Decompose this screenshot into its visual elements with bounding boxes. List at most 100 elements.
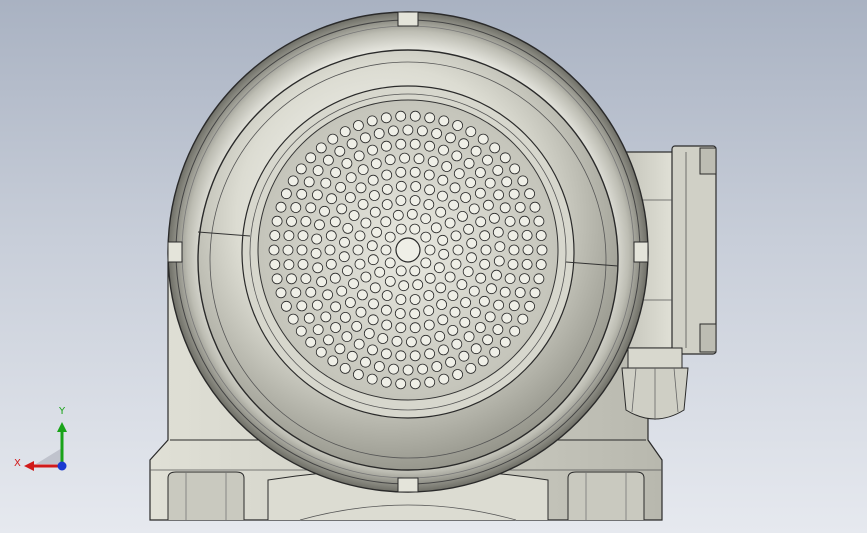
grill-hole: [322, 154, 334, 166]
grill-hole: [324, 244, 336, 256]
grill-hole: [355, 306, 367, 318]
grill-hole: [398, 280, 410, 292]
grill-hole: [420, 334, 432, 346]
grill-hole: [402, 364, 414, 376]
grill-hole: [287, 175, 299, 187]
grill-hole: [296, 188, 308, 200]
grill-hole: [423, 169, 435, 181]
grill-hole: [438, 115, 450, 127]
grill-hole: [359, 132, 371, 144]
motor-model[interactable]: [0, 0, 867, 533]
grill-hole: [456, 279, 468, 290]
grill-hole: [479, 230, 491, 242]
grill-hole: [517, 175, 529, 187]
grill-hole: [329, 216, 341, 228]
grill-hole: [330, 301, 342, 313]
grill-hole: [524, 300, 535, 312]
grill-hole: [377, 333, 389, 344]
grill-hole: [450, 230, 462, 242]
grill-hole: [409, 265, 421, 277]
grill-hole: [482, 154, 493, 166]
grill-hole: [381, 169, 393, 181]
grill-hole: [507, 258, 519, 270]
grill-hole: [501, 312, 513, 324]
grill-hole: [282, 244, 294, 256]
grill-hole: [434, 330, 446, 342]
grill-hole: [312, 262, 324, 274]
grill-hole: [468, 285, 480, 297]
grill-hole: [450, 258, 462, 270]
grill-hole: [275, 287, 287, 299]
grill-hole: [271, 215, 283, 227]
grill-hole: [508, 244, 520, 256]
grill-hole: [489, 346, 501, 358]
grill-hole: [380, 140, 392, 152]
grill-hole: [381, 183, 393, 195]
grill-hole: [410, 181, 422, 192]
grill-hole: [329, 272, 341, 284]
grill-hole: [536, 244, 548, 256]
grill-hole: [427, 156, 439, 167]
grill-hole: [352, 244, 364, 256]
grill-hole: [319, 205, 330, 217]
grill-hole: [311, 189, 323, 201]
grill-hole: [491, 269, 502, 281]
grill-hole: [341, 331, 353, 343]
grill-hole: [437, 174, 449, 186]
grill-hole: [367, 144, 378, 156]
grill-hole: [330, 322, 342, 333]
grill-hole: [323, 334, 334, 346]
grill-hole: [519, 215, 530, 227]
grill-hole: [286, 215, 297, 227]
grill-hole: [300, 215, 312, 227]
grill-hole: [305, 286, 317, 298]
grill-hole: [373, 361, 385, 372]
grill-hole: [290, 287, 302, 299]
grill-hole: [271, 273, 283, 285]
grill-hole: [423, 290, 435, 301]
grill-hole: [441, 161, 453, 172]
grill-hole: [297, 230, 309, 242]
triad-graphic: [24, 422, 67, 471]
grill-hole: [339, 362, 351, 374]
grill-hole: [430, 222, 442, 234]
grill-hole: [475, 216, 487, 228]
grill-hole: [355, 182, 367, 194]
grill-hole: [380, 244, 392, 256]
grill-hole: [458, 350, 470, 362]
grill-hole: [409, 138, 421, 150]
grill-hole: [295, 163, 307, 175]
grill-hole: [405, 336, 417, 348]
grill-hole: [384, 257, 396, 269]
grill-hole: [368, 190, 380, 201]
grill-hole: [475, 272, 487, 284]
grill-hole: [368, 298, 379, 310]
grill-hole: [356, 289, 368, 301]
3d-viewport[interactable]: Y X: [0, 0, 867, 533]
grill-hole: [416, 125, 428, 137]
grill-hole: [345, 172, 357, 184]
grill-hole: [303, 312, 315, 324]
grill-hole: [447, 324, 459, 336]
grill-hole: [462, 266, 474, 278]
orientation-triad[interactable]: Y X: [14, 406, 80, 482]
grill-hole: [296, 300, 308, 312]
grill-hole: [352, 369, 364, 380]
grill-hole: [327, 133, 339, 145]
grill-hole: [380, 112, 392, 124]
grill-hole: [310, 247, 322, 259]
grill-hole: [509, 163, 521, 175]
grill-hole: [395, 350, 407, 362]
grill-hole: [474, 187, 486, 199]
grill-hole: [413, 153, 425, 165]
grill-hole: [387, 125, 399, 137]
grill-hole: [280, 188, 292, 200]
grill-hole: [305, 202, 317, 214]
grill-hole: [492, 164, 504, 176]
grill-hole: [492, 226, 504, 238]
grill-hole: [521, 229, 533, 241]
grill-hole: [395, 110, 407, 122]
grill-hole: [447, 290, 459, 302]
grill-hole: [493, 299, 505, 311]
grill-hole: [529, 201, 541, 213]
